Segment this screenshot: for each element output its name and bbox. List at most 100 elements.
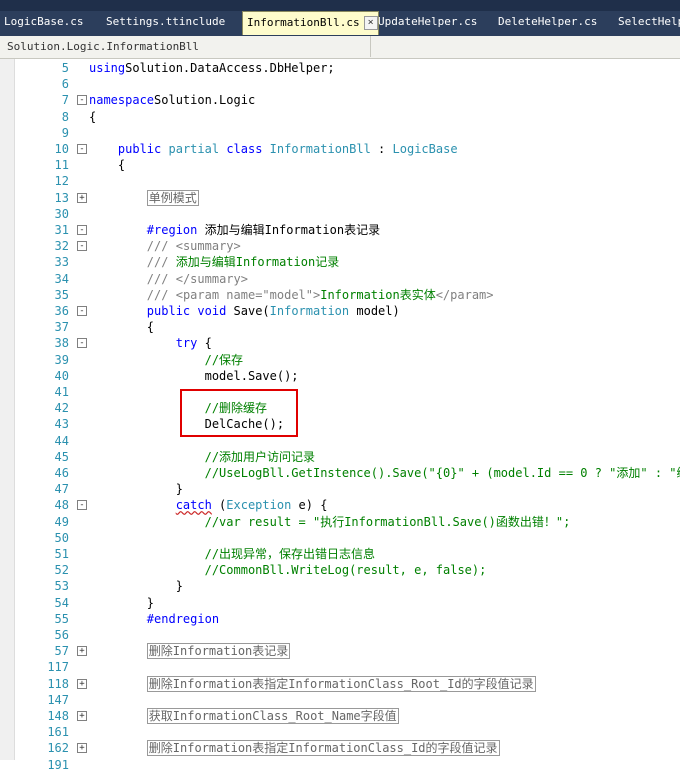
line-number: 51 <box>54 547 69 561</box>
code-line[interactable]: 34 /// </summary> <box>0 271 680 287</box>
code-line[interactable]: 6 <box>0 76 680 92</box>
tab-deletehelper-cs[interactable]: DeleteHelper.cs <box>494 11 597 33</box>
code-line[interactable]: 117 <box>0 659 680 675</box>
code-text: public void Save(Information model) <box>89 303 400 319</box>
code-line[interactable]: 41 <box>0 384 680 400</box>
code-text: } <box>89 595 154 611</box>
code-line[interactable]: 45 //添加用户访问记录 <box>0 449 680 465</box>
code-token: //CommonBll.WriteLog(result, e, false); <box>204 563 487 578</box>
code-line[interactable]: 53 } <box>0 578 680 594</box>
code-line[interactable]: 55 #endregion <box>0 611 680 627</box>
code-token: //保存 <box>204 352 244 367</box>
line-number: 45 <box>54 449 69 464</box>
expand-region-icon[interactable]: + <box>77 646 87 657</box>
code-text: //出现异常，保存出错日志信息 <box>89 546 375 562</box>
code-line[interactable]: 161 <box>0 724 680 740</box>
code-line[interactable]: 7- namespaceSolution.Logic <box>0 92 680 108</box>
code-line[interactable]: 10- public partial class InformationBll … <box>0 141 680 157</box>
line-number: 12 <box>54 174 69 189</box>
code-text: /// <param name="model">Information表实体</… <box>89 287 494 303</box>
code-token: Information <box>269 304 350 318</box>
code-line[interactable]: 48- catch (Exception e) { <box>0 497 680 513</box>
tab-selecthelp[interactable]: SelectHelp <box>614 11 680 33</box>
code-line[interactable]: 54 } <box>0 595 680 611</box>
expand-region-icon[interactable]: + <box>77 711 87 721</box>
collapse-region-icon[interactable]: - <box>77 95 87 106</box>
code-line[interactable]: 11 { <box>0 157 680 173</box>
code-line[interactable]: 9 <box>0 125 680 141</box>
collapse-region-icon[interactable]: - <box>77 500 87 511</box>
tab-label: UpdateHelper.cs <box>378 15 478 28</box>
collapsed-region[interactable]: 删除Information表指定InformationClass_Root_Id… <box>146 675 536 692</box>
code-line[interactable]: 35 /// <param name="model">Information表实… <box>0 287 680 303</box>
tab-updatehelper-cs[interactable]: UpdateHelper.cs <box>374 11 477 33</box>
tab-settings-ttinclude[interactable]: Settings.ttinclude <box>102 11 225 33</box>
code-line[interactable]: 118 + 删除Information表指定InformationClass_Ro… <box>0 675 680 692</box>
code-line[interactable]: 32- /// <summary> <box>0 238 680 254</box>
collapse-region-icon[interactable]: - <box>77 306 87 316</box>
line-number: 147 <box>47 692 69 707</box>
code-line[interactable]: 47 } <box>0 481 680 497</box>
code-line[interactable]: 38- try { <box>0 335 680 351</box>
code-token: //var result = "执行InformationBll.Save()函… <box>204 514 571 529</box>
code-token: void <box>197 304 227 318</box>
code-token: </summary> <box>175 271 248 286</box>
code-line[interactable]: 57 + 删除Information表记录 <box>0 643 680 660</box>
code-token: Information表实体 <box>320 287 436 302</box>
code-line[interactable]: 30 <box>0 206 680 222</box>
collapsed-region[interactable]: 单例模式 <box>146 189 199 206</box>
collapsed-region[interactable]: 删除Information表指定InformationClass_Id的字段值记… <box>146 740 500 757</box>
code-line[interactable]: 50 <box>0 530 680 546</box>
code-line[interactable]: 8{ <box>0 109 680 125</box>
code-line[interactable]: 148 + 获取InformationClass_Root_Name字段值 <box>0 708 680 724</box>
line-number: 47 <box>54 482 69 497</box>
code-line[interactable]: 56 <box>0 627 680 643</box>
code-line[interactable]: 12 <box>0 173 680 189</box>
code-line[interactable]: 49 //var result = "执行InformationBll.Save… <box>0 514 680 530</box>
collapse-region-icon[interactable]: - <box>77 225 87 235</box>
code-text: 获取InformationClass_Root_Name字段值 <box>89 708 399 724</box>
expand-region-icon[interactable]: + <box>77 678 87 689</box>
line-number: 55 <box>54 611 69 626</box>
type-dropdown[interactable]: Solution.Logic.InformationBll <box>0 36 371 57</box>
expand-region-icon[interactable]: + <box>77 192 87 203</box>
code-line[interactable]: 33 /// 添加与编辑Information记录 <box>0 254 680 270</box>
type-path: Solution.Logic.InformationBll <box>7 40 200 53</box>
code-line[interactable]: 44 <box>0 433 680 449</box>
code-text: { <box>89 157 125 173</box>
code-line[interactable]: 52 //CommonBll.WriteLog(result, e, false… <box>0 562 680 578</box>
collapse-region-icon[interactable]: - <box>77 338 87 349</box>
code-line[interactable]: 5 usingSolution.DataAccess.DbHelper; <box>0 60 680 76</box>
code-text: 单例模式 <box>89 189 199 206</box>
code-line[interactable]: 40 model.Save(); <box>0 368 680 384</box>
collapse-region-icon[interactable]: - <box>77 144 87 154</box>
expand-region-icon[interactable]: + <box>77 743 87 754</box>
code-line[interactable]: 36- public void Save(Information model) <box>0 303 680 319</box>
collapsed-region[interactable]: 删除Information表记录 <box>146 643 291 660</box>
code-line[interactable]: 43 DelCache(); <box>0 416 680 432</box>
code-line[interactable]: 46 //UseLogBll.GetInstence().Save("{0}" … <box>0 465 680 481</box>
code-line[interactable]: 162 + 删除Information表指定InformationClass_Id… <box>0 740 680 757</box>
code-line[interactable]: 51 //出现异常，保存出错日志信息 <box>0 546 680 562</box>
tab-label: SelectHelp <box>618 15 680 28</box>
code-line[interactable]: 37 { <box>0 319 680 335</box>
code-line[interactable]: 13 + 单例模式 <box>0 189 680 206</box>
code-line[interactable]: 191 <box>0 757 680 773</box>
collapsed-region[interactable]: 获取InformationClass_Root_Name字段值 <box>146 708 399 724</box>
code-editor[interactable]: 5 usingSolution.DataAccess.DbHelper; 6 7- na… <box>0 59 680 772</box>
navigation-bar: Solution.Logic.InformationBll <box>0 36 680 59</box>
code-line[interactable]: 42 //删除缓存 <box>0 400 680 416</box>
code-line[interactable]: 31- #region 添加与编辑Information表记录 <box>0 222 680 238</box>
collapse-region-icon[interactable]: - <box>77 241 87 252</box>
code-line[interactable]: 147 <box>0 692 680 708</box>
tab-informationbll-cs[interactable]: InformationBll.cs × <box>242 11 379 35</box>
code-line[interactable]: 39 //保存 <box>0 352 680 368</box>
tab-logicbase-cs[interactable]: LogicBase.cs <box>0 11 83 33</box>
code-token: } <box>89 595 155 610</box>
code-token: //UseLogBll.GetInstence().Save("{0}" + (… <box>204 466 680 480</box>
